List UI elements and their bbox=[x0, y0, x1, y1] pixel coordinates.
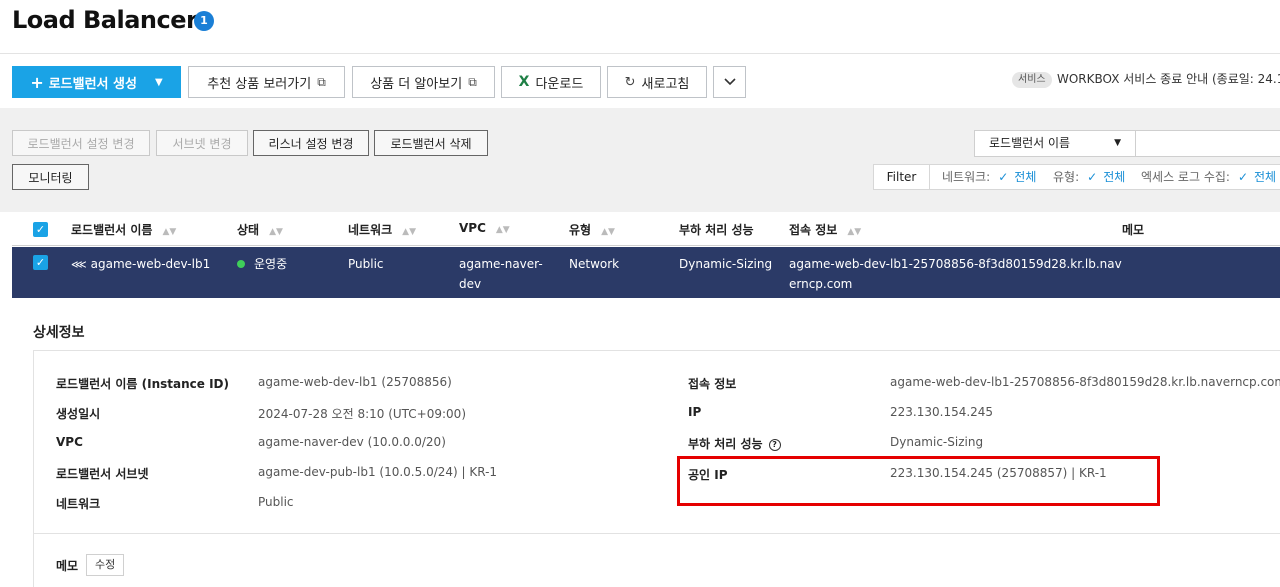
notice-chip: 서비스 bbox=[1012, 72, 1052, 88]
status-running-icon bbox=[237, 259, 245, 268]
detail-label: 로드밸런서 이름 (Instance ID) bbox=[56, 377, 229, 391]
detail-divider bbox=[33, 533, 1280, 534]
external-link-icon: ⧉ bbox=[468, 74, 477, 89]
listener-settings-button[interactable]: 리스너 설정 변경 bbox=[253, 130, 369, 156]
table-header: ✓ 로드밸런서 이름 ▲▼ 상태 ▲▼ 네트워크 ▲▼ VPC ▲▼ 유형 ▲▼ 부하 처… bbox=[12, 212, 1280, 246]
sort-icon: ▲▼ bbox=[601, 227, 615, 237]
lb-name-cell: ⋘ agame-web-dev-lb1 bbox=[71, 257, 211, 271]
plus-icon: + bbox=[30, 72, 44, 92]
detail-value: agame-web-dev-lb1-25708856-8f3d80159d28.… bbox=[890, 375, 1280, 389]
detail-label: VPC bbox=[56, 435, 83, 449]
count-badge: 1 bbox=[194, 11, 214, 31]
detail-label: 부하 처리 성능? bbox=[688, 435, 781, 452]
col-network[interactable]: 네트워크 ▲▼ bbox=[348, 221, 416, 238]
highlight-box bbox=[677, 456, 1160, 506]
memo-edit-button[interactable]: 수정 bbox=[86, 554, 125, 576]
filter-network[interactable]: 네트워크: ✓ 전체 bbox=[942, 165, 1036, 189]
col-type[interactable]: 유형 ▲▼ bbox=[569, 221, 615, 238]
row-checkbox[interactable]: ✓ bbox=[33, 255, 48, 270]
check-icon: ✓ bbox=[1237, 170, 1249, 184]
load-balancer-icon: ⋘ bbox=[71, 258, 87, 271]
performance-cell: Dynamic-Sizing bbox=[679, 257, 773, 271]
detail-value: agame-dev-pub-lb1 (10.0.5.0/24) | KR-1 bbox=[258, 465, 498, 479]
delete-lb-button[interactable]: 로드밸런서 삭제 bbox=[374, 130, 488, 156]
memo-label: 메모 bbox=[56, 559, 79, 573]
detail-value: agame-web-dev-lb1 (25708856) bbox=[258, 375, 452, 389]
create-lb-button[interactable]: + 로드밸런서 생성 ▼ bbox=[12, 66, 181, 98]
detail-label: 접속 정보 bbox=[688, 377, 737, 391]
vpc-cell: agame-naver- dev bbox=[459, 257, 543, 291]
detail-value: agame-naver-dev (10.0.0.0/20) bbox=[258, 435, 446, 449]
status-cell: 운영중 bbox=[237, 254, 287, 274]
col-status[interactable]: 상태 ▲▼ bbox=[237, 221, 283, 238]
detail-title: 상세정보 bbox=[33, 325, 85, 341]
col-vpc[interactable]: VPC ▲▼ bbox=[459, 221, 510, 235]
filter-bar: Filter 네트워크: ✓ 전체 유형: ✓ 전체 엑세스 로그 수집: ✓ 전체 bbox=[873, 164, 1280, 190]
notice-link[interactable]: WORKBOX 서비스 종료 안내 (종료일: 24.1. bbox=[1057, 70, 1280, 87]
more-button[interactable] bbox=[713, 66, 746, 98]
detail-label: 로드밸런서 서브넷 bbox=[56, 467, 149, 481]
external-link-icon: ⧉ bbox=[317, 74, 326, 89]
sort-icon: ▲▼ bbox=[269, 227, 283, 237]
detail-value: Public bbox=[258, 495, 294, 509]
download-button[interactable]: X 다운로드 bbox=[501, 66, 601, 98]
help-icon[interactable]: ? bbox=[768, 438, 781, 451]
filter-access-log[interactable]: 엑세스 로그 수집: ✓ 전체 bbox=[1141, 165, 1276, 189]
col-name[interactable]: 로드밸런서 이름 ▲▼ bbox=[71, 221, 176, 238]
subnet-change-button[interactable]: 서브넷 변경 bbox=[156, 130, 248, 156]
lb-settings-button[interactable]: 로드밸런서 설정 변경 bbox=[12, 130, 150, 156]
col-performance: 부하 처리 성능 bbox=[679, 223, 754, 237]
check-icon: ✓ bbox=[1087, 170, 1098, 184]
endpoint-cell: agame-web-dev-lb1-25708856-8f3d80159d28.… bbox=[789, 257, 1122, 291]
detail-label: 생성일시 bbox=[56, 407, 101, 421]
detail-label: IP bbox=[688, 405, 702, 419]
table-row[interactable]: ✓ ⋘ agame-web-dev-lb1 운영중 Public agame-na… bbox=[12, 247, 1280, 298]
chevron-down-icon bbox=[723, 78, 736, 86]
monitoring-button[interactable]: 모니터링 bbox=[12, 164, 89, 190]
page-title: Load Balancer bbox=[12, 6, 198, 34]
excel-icon: X bbox=[518, 74, 530, 90]
learn-more-button[interactable]: 상품 더 알아보기 ⧉ bbox=[352, 66, 495, 98]
filter-button[interactable]: Filter bbox=[874, 165, 930, 189]
network-cell: Public bbox=[348, 257, 384, 271]
detail-value: Dynamic-Sizing bbox=[890, 435, 984, 449]
detail-value: 223.130.154.245 bbox=[890, 405, 994, 419]
caret-down-icon: ▼ bbox=[1114, 138, 1121, 148]
caret-down-icon: ▼ bbox=[154, 76, 163, 88]
check-icon: ✓ bbox=[998, 170, 1009, 184]
sort-icon: ▲▼ bbox=[162, 227, 177, 237]
type-cell: Network bbox=[569, 257, 620, 271]
detail-value: 2024-07-28 오전 8:10 (UTC+09:00) bbox=[258, 407, 466, 421]
select-all-checkbox[interactable]: ✓ bbox=[33, 222, 48, 237]
recommend-products-button[interactable]: 추천 상품 보러가기 ⧉ bbox=[188, 66, 345, 98]
refresh-button[interactable]: ↻ 새로고침 bbox=[607, 66, 707, 98]
filter-type[interactable]: 유형: ✓ 전체 bbox=[1053, 165, 1125, 189]
refresh-icon: ↻ bbox=[624, 74, 636, 90]
search-input[interactable] bbox=[1136, 130, 1280, 157]
sort-icon: ▲▼ bbox=[495, 225, 510, 235]
col-endpoint[interactable]: 접속 정보 ▲▼ bbox=[789, 221, 861, 238]
title-divider bbox=[0, 53, 1280, 54]
sort-icon: ▲▼ bbox=[402, 227, 417, 237]
search-type-select[interactable]: 로드밸런서 이름 ▼ bbox=[974, 130, 1136, 157]
sort-icon: ▲▼ bbox=[847, 227, 862, 237]
action-band bbox=[0, 108, 1280, 212]
col-memo: 메모 bbox=[1122, 223, 1145, 237]
detail-label: 네트워크 bbox=[56, 497, 101, 511]
